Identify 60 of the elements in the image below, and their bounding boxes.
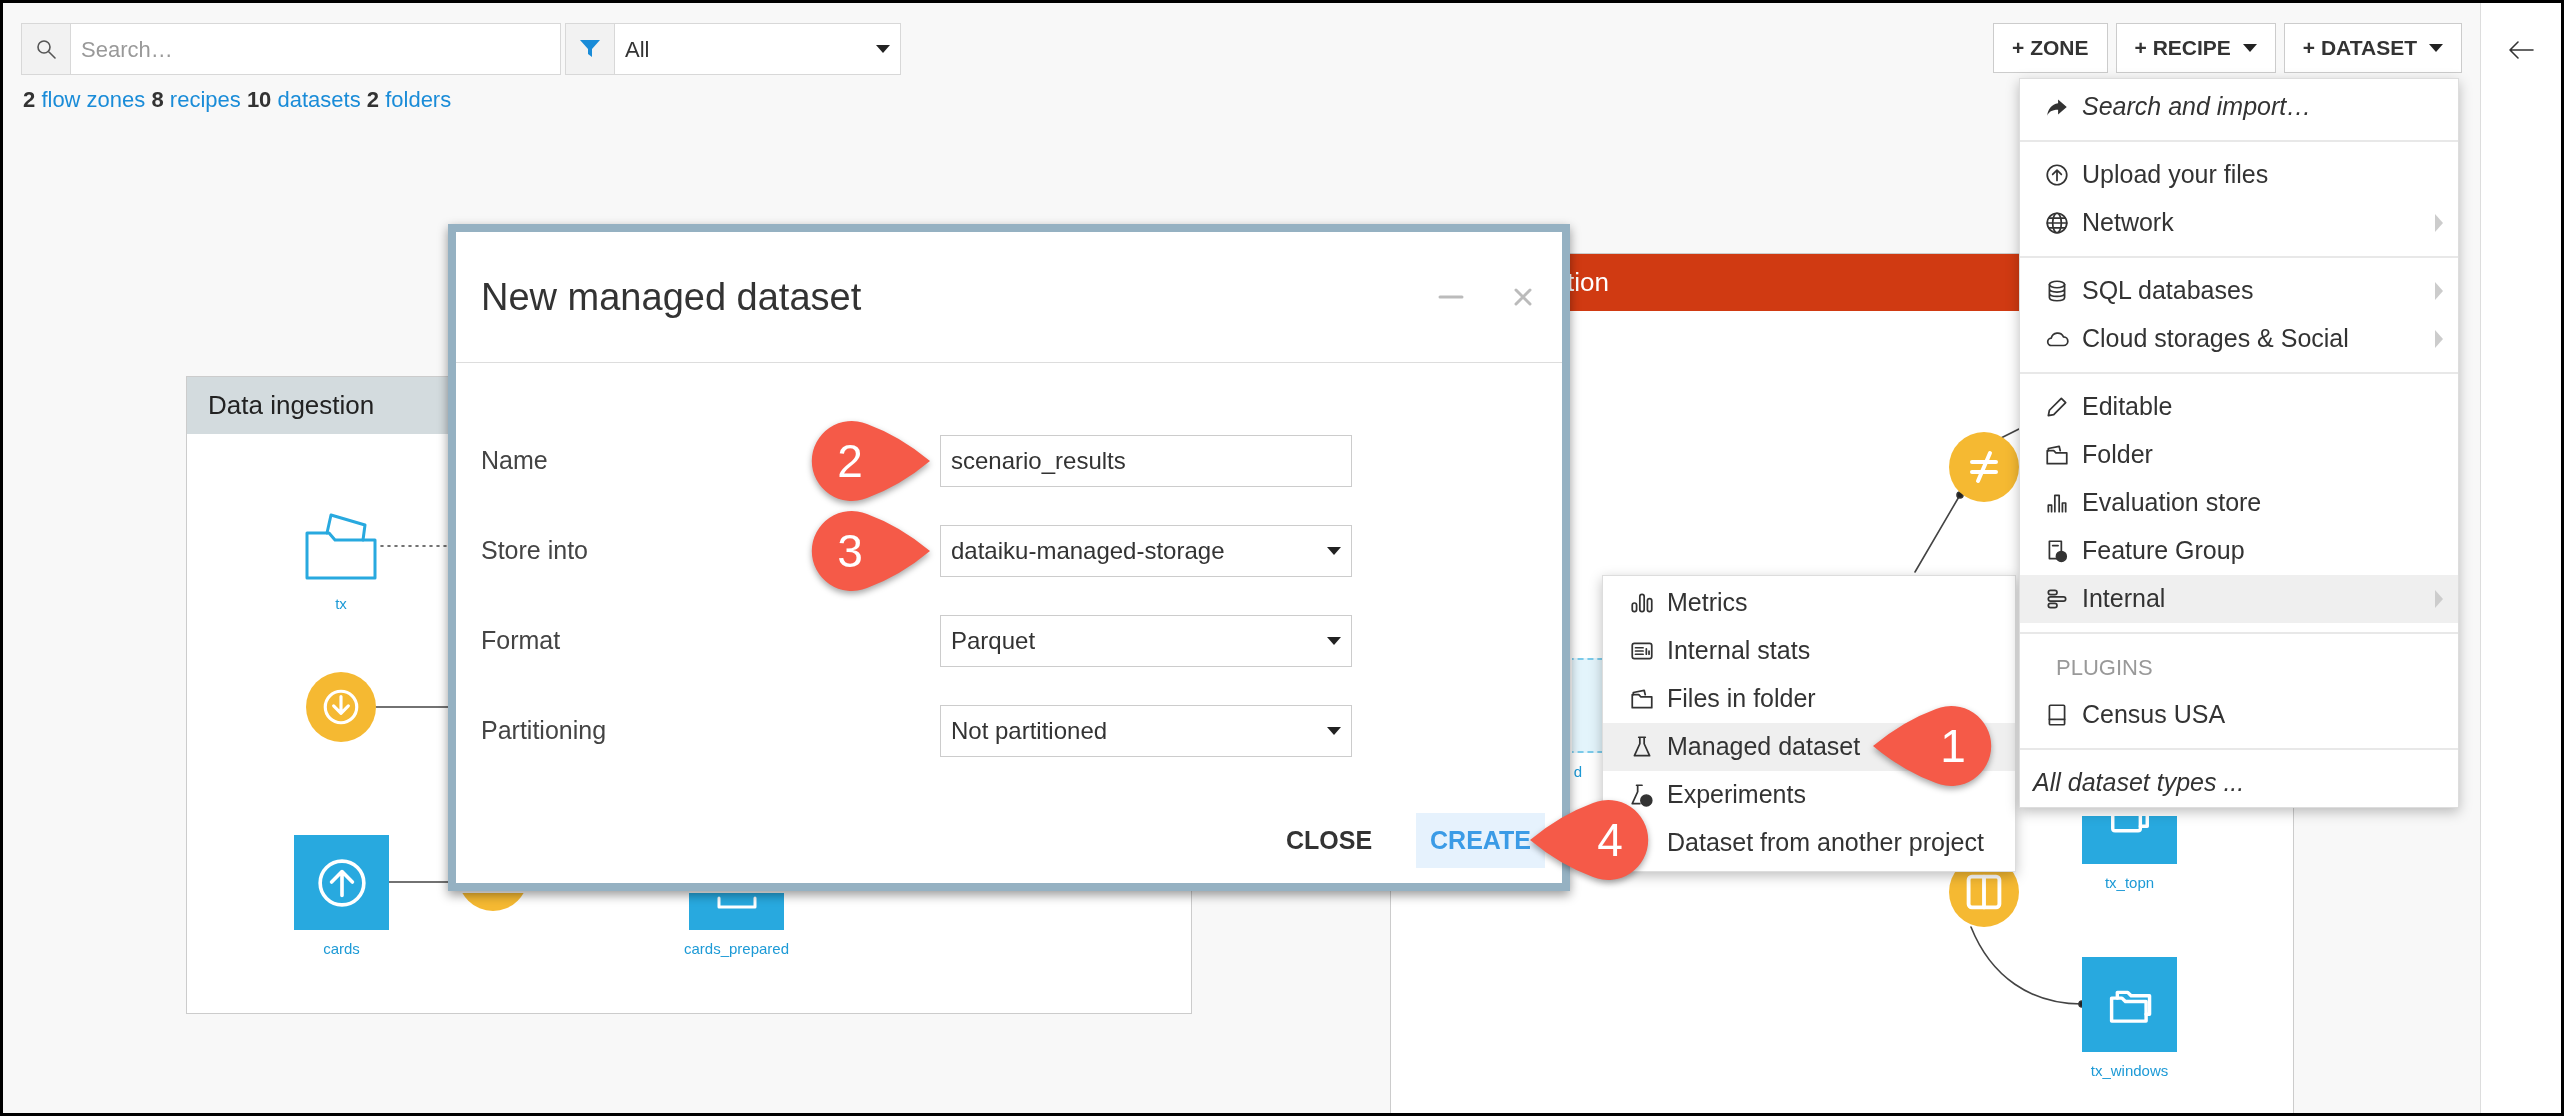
menu-item[interactable]: Editable bbox=[2020, 383, 2458, 431]
caret-icon bbox=[1327, 547, 1341, 555]
menu-item[interactable]: Feature Group bbox=[2020, 527, 2458, 575]
caret-icon bbox=[876, 45, 890, 53]
caret-icon bbox=[2242, 44, 2257, 52]
recipe-node[interactable] bbox=[1949, 432, 2019, 502]
close-icon[interactable] bbox=[1512, 286, 1534, 308]
menu-item[interactable]: Internal bbox=[2020, 575, 2458, 623]
chevron-icon bbox=[2434, 329, 2444, 349]
add-button[interactable]: + ZONE bbox=[1993, 23, 2108, 73]
close-button[interactable]: CLOSE bbox=[1271, 813, 1387, 868]
caret-icon bbox=[2429, 44, 2443, 52]
node-label: cards bbox=[323, 939, 360, 959]
dataset-node[interactable] bbox=[1572, 658, 1602, 753]
menu-item[interactable]: Cloud storages & Social bbox=[2020, 315, 2458, 363]
filter-select[interactable]: All bbox=[615, 23, 901, 75]
menu-item[interactable]: Metrics bbox=[1603, 579, 2015, 627]
search-field[interactable]: Search… bbox=[71, 23, 561, 75]
menu-item[interactable]: Network bbox=[2020, 199, 2458, 247]
globe-icon bbox=[2044, 210, 2070, 236]
node-label: tx_windows bbox=[2090, 1061, 2169, 1081]
select-field[interactable]: dataiku-managed-storage bbox=[940, 525, 1352, 577]
field-label: Format bbox=[481, 626, 561, 655]
dataset-node[interactable] bbox=[2082, 816, 2177, 864]
chevron-icon bbox=[2434, 281, 2444, 301]
field-label: Store into bbox=[481, 536, 588, 565]
caret-icon bbox=[1327, 637, 1341, 645]
upload-icon bbox=[2044, 162, 2070, 188]
menu-item[interactable]: Evaluation store bbox=[2020, 479, 2458, 527]
caret-icon bbox=[1327, 727, 1341, 735]
flow-summary: 2 flow zones 8 recipes 10 datasets 2 folders bbox=[23, 86, 453, 114]
menu-item[interactable]: Census USA bbox=[2020, 691, 2458, 739]
node-label: tx bbox=[335, 594, 347, 614]
dataset-node[interactable] bbox=[689, 893, 784, 930]
chevron-icon bbox=[2434, 589, 2444, 609]
menu-item[interactable]: Search and import… bbox=[2020, 83, 2458, 131]
menu-item[interactable]: Folder bbox=[2020, 431, 2458, 479]
search-icon bbox=[35, 38, 57, 60]
field-label: Name bbox=[481, 446, 548, 475]
menu-item[interactable]: Internal stats bbox=[1603, 627, 2015, 675]
flask-icon bbox=[1629, 782, 1655, 808]
upload-icon bbox=[315, 856, 368, 909]
menu-item[interactable]: Upload your files bbox=[2020, 151, 2458, 199]
select-field[interactable]: Parquet bbox=[940, 615, 1352, 667]
chevron-icon bbox=[2434, 213, 2444, 233]
node-label: cards_prepared bbox=[683, 939, 790, 959]
menu-item[interactable]: Files in folder bbox=[1603, 675, 2015, 723]
select-field[interactable]: Not partitioned bbox=[940, 705, 1352, 757]
add-button[interactable]: + DATASET bbox=[2283, 23, 2462, 73]
dataset-node[interactable] bbox=[294, 835, 389, 930]
dialog-title: New managed dataset bbox=[481, 274, 862, 320]
table-icon bbox=[716, 896, 757, 909]
input-field[interactable]: scenario_results bbox=[940, 435, 1352, 487]
menu-item[interactable]: All dataset types ... bbox=[2020, 759, 2458, 807]
field-label: Partitioning bbox=[481, 716, 607, 745]
add-button[interactable]: + RECIPE bbox=[2115, 23, 2276, 73]
node-label: d bbox=[1573, 762, 1583, 782]
section-header: PLUGINS bbox=[2056, 653, 2153, 682]
node-label: tx_topn bbox=[2104, 873, 2155, 893]
dataset-node[interactable] bbox=[2082, 957, 2177, 1052]
